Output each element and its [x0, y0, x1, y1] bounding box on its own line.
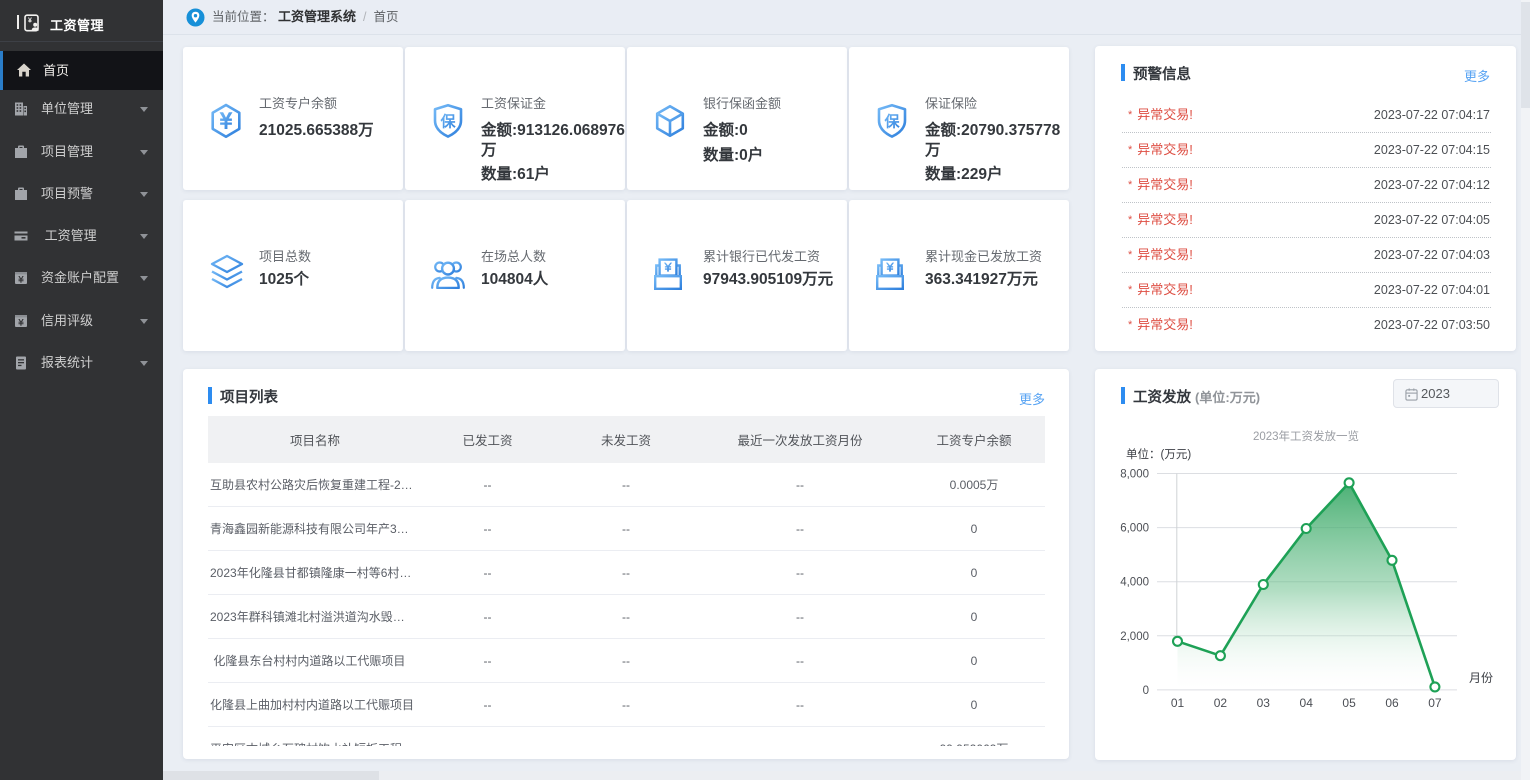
svg-text:03: 03 — [1257, 696, 1271, 710]
svg-text:2023年工资发放一览: 2023年工资发放一览 — [1253, 429, 1359, 443]
svg-text:0: 0 — [1143, 685, 1149, 697]
svg-text:4,000: 4,000 — [1120, 577, 1149, 589]
svg-text:6,000: 6,000 — [1120, 523, 1149, 535]
svg-text:05: 05 — [1342, 696, 1356, 710]
svg-text:保: 保 — [439, 113, 456, 131]
svg-text:2,000: 2,000 — [1120, 631, 1149, 643]
svg-text:06: 06 — [1385, 696, 1399, 710]
svg-text:月份: 月份 — [1469, 671, 1493, 685]
svg-text:01: 01 — [1171, 696, 1185, 710]
svg-text:保: 保 — [883, 113, 900, 131]
svg-text:单位：(万元): 单位：(万元) — [1126, 447, 1191, 461]
svg-text:8,000: 8,000 — [1120, 469, 1149, 481]
svg-text:02: 02 — [1214, 696, 1228, 710]
svg-text:07: 07 — [1428, 696, 1442, 710]
svg-text:¥: ¥ — [28, 18, 32, 25]
svg-text:04: 04 — [1300, 696, 1314, 710]
